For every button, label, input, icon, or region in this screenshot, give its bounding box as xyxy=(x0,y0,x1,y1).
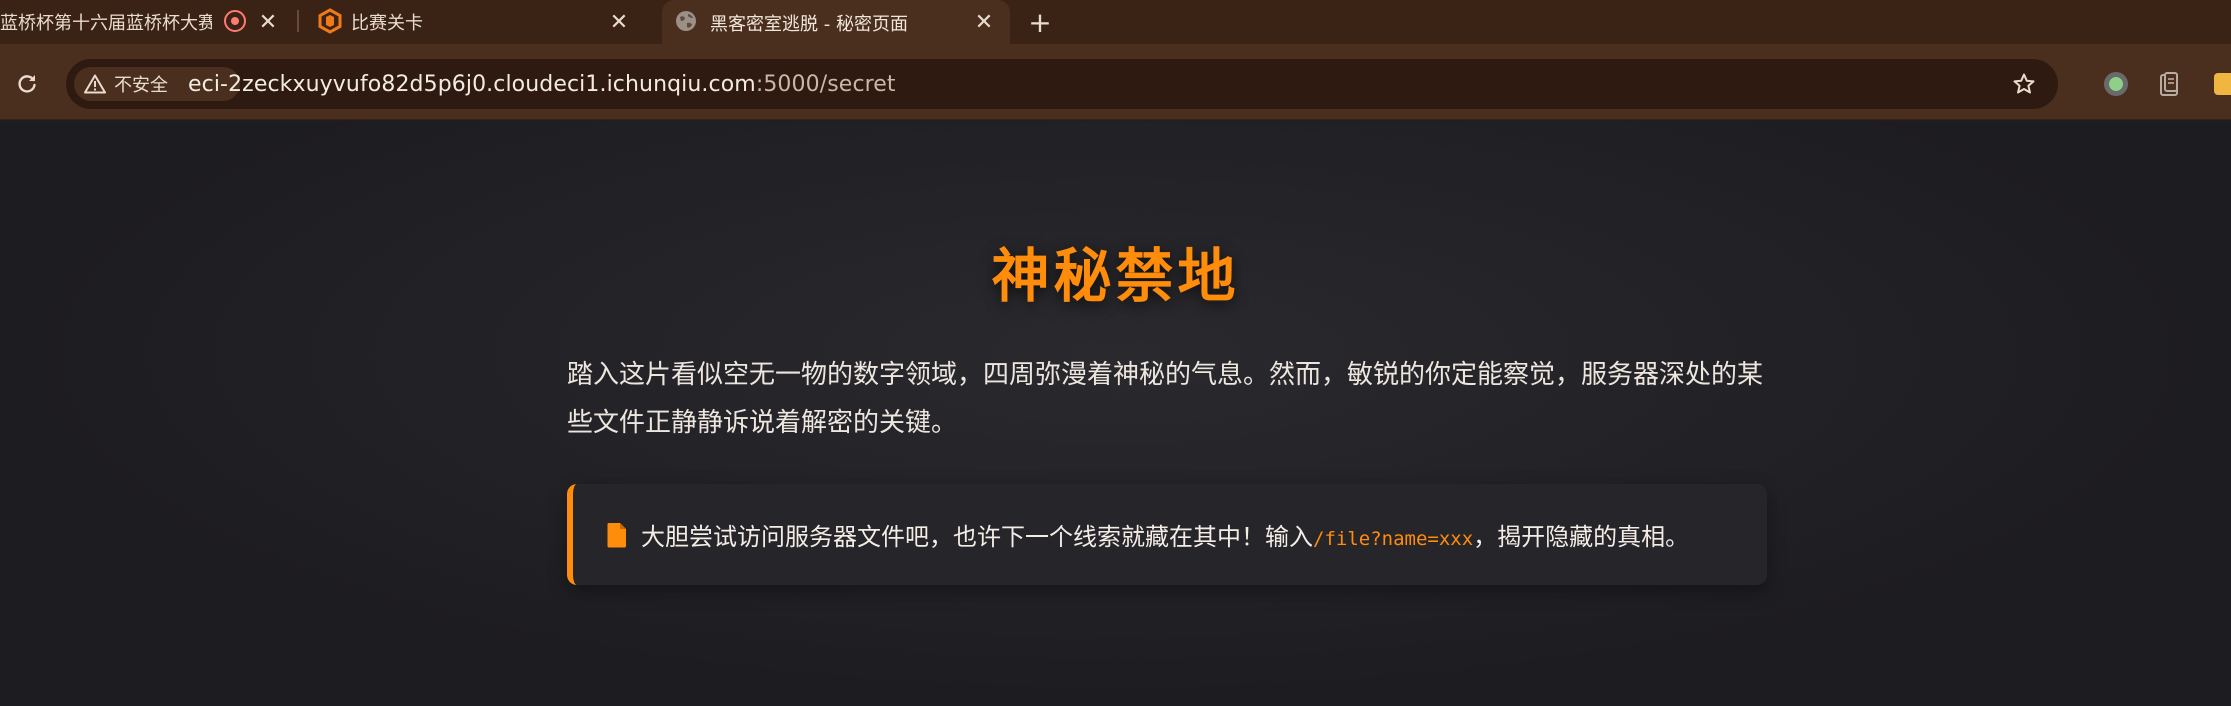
tab-close-button[interactable]: ✕ xyxy=(607,10,631,35)
tab-close-button[interactable]: ✕ xyxy=(972,10,996,35)
tab-competition-level[interactable]: 比赛关卡 ✕ xyxy=(305,0,645,44)
intro-paragraph: 踏入这片看似空无一物的数字领域，四周弥漫着神秘的气息。然而，敏锐的你定能察觉，服… xyxy=(567,360,1764,438)
clipboard-extension-icon[interactable] xyxy=(2158,71,2182,97)
folder-extension-icon[interactable] xyxy=(2214,73,2231,95)
new-tab-button[interactable]: + xyxy=(1024,6,1056,39)
tab-close-button[interactable]: ✕ xyxy=(256,10,280,35)
globe-icon xyxy=(676,11,696,31)
url-text[interactable]: eci-2zeckxuyvufo82d5p6j0.cloudeci1.ichun… xyxy=(188,59,896,109)
tab-secret-page[interactable]: 黑客密室逃脱 - 秘密页面 ✕ xyxy=(662,0,1010,46)
tab-title: 黑客密室逃脱 - 秘密页面 xyxy=(710,14,908,35)
extension-icon[interactable] xyxy=(2104,72,2128,96)
browser-toolbar: 不安全 eci-2zeckxuyvufo82d5p6j0.cloudeci1.i… xyxy=(0,44,2231,120)
tab-strip: 蓝桥杯第十六届蓝桥杯大赛 ✕ 比赛关卡 ✕ 黑客密室逃脱 - 秘密页面 ✕ + xyxy=(0,0,2231,46)
warning-icon xyxy=(84,74,106,94)
security-label: 不安全 xyxy=(114,75,168,96)
hint-text-after: ，揭开隐藏的真相。 xyxy=(1473,523,1690,551)
tab-title: 蓝桥杯第十六届蓝桥杯大赛 xyxy=(0,13,212,34)
address-bar[interactable]: 不安全 eci-2zeckxuyvufo82d5p6j0.cloudeci1.i… xyxy=(66,59,2058,109)
page-content: 神秘禁地 踏入这片看似空无一物的数字领域，四周弥漫着神秘的气息。然而，敏锐的你定… xyxy=(0,121,2231,706)
reload-button[interactable] xyxy=(10,66,44,100)
site-logo-icon xyxy=(318,8,342,34)
hint-text-before: 大胆尝试访问服务器文件吧，也许下一个线索就藏在其中！输入 xyxy=(641,523,1313,551)
hint-box: 大胆尝试访问服务器文件吧，也许下一个线索就藏在其中！输入/file?name=x… xyxy=(567,484,1767,585)
reload-icon xyxy=(18,75,36,93)
bookmark-button[interactable] xyxy=(2010,70,2038,98)
tab-separator xyxy=(297,10,299,32)
star-icon xyxy=(2013,73,2035,94)
hint-text: 大胆尝试访问服务器文件吧，也许下一个线索就藏在其中！输入/file?name=x… xyxy=(641,517,1689,552)
page-title: 神秘禁地 xyxy=(991,242,1240,310)
tab-title: 比赛关卡 xyxy=(351,13,423,34)
hint-code: /file?name=xxx xyxy=(1313,528,1474,550)
tab-lanqiao[interactable]: 蓝桥杯第十六届蓝桥杯大赛 ✕ xyxy=(0,0,300,44)
url-host: eci-2zeckxuyvufo82d5p6j0.cloudeci1.ichun… xyxy=(188,71,756,97)
recording-icon xyxy=(224,10,246,32)
file-icon xyxy=(607,522,626,547)
url-path: :5000/secret xyxy=(755,71,896,97)
